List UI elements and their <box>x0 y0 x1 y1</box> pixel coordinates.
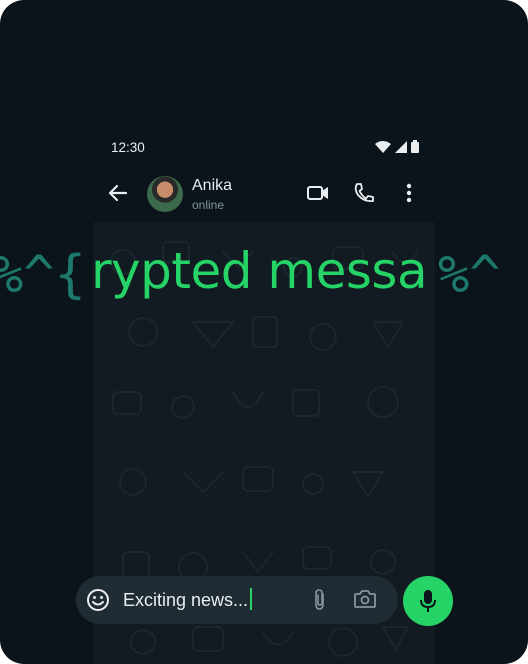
contact-name[interactable]: Anika <box>192 177 232 195</box>
battery-icon <box>411 140 419 153</box>
contact-status: online <box>192 198 225 212</box>
status-bar: 12:30 <box>93 130 435 166</box>
message-composer[interactable]: Exciting news... <box>76 576 398 624</box>
camera-icon[interactable] <box>353 588 377 610</box>
voice-message-button[interactable] <box>403 576 453 626</box>
signal-icon <box>395 140 407 153</box>
status-icons <box>375 140 419 153</box>
contact-avatar[interactable] <box>147 176 183 212</box>
status-time: 12:30 <box>111 140 145 155</box>
more-options-icon[interactable] <box>404 181 414 205</box>
message-input[interactable]: Exciting news... <box>123 588 283 612</box>
encrypted-messages-headline: rypted messa <box>91 242 428 300</box>
app-card: %^{ %^ 12:30 Anika online rypted messa E… <box>0 0 528 664</box>
code-fragment-right: %^ <box>438 245 501 305</box>
video-call-icon[interactable] <box>306 181 330 205</box>
wifi-icon <box>375 140 391 153</box>
message-draft-text: Exciting news... <box>123 590 249 610</box>
mic-icon <box>420 590 436 612</box>
chat-header: Anika online <box>93 166 435 222</box>
emoji-icon[interactable] <box>86 588 110 612</box>
voice-call-icon[interactable] <box>352 181 374 205</box>
attach-icon[interactable] <box>312 588 328 612</box>
text-caret <box>250 588 253 610</box>
back-arrow-icon[interactable] <box>107 182 129 204</box>
code-fragment-left: %^{ <box>0 245 86 305</box>
